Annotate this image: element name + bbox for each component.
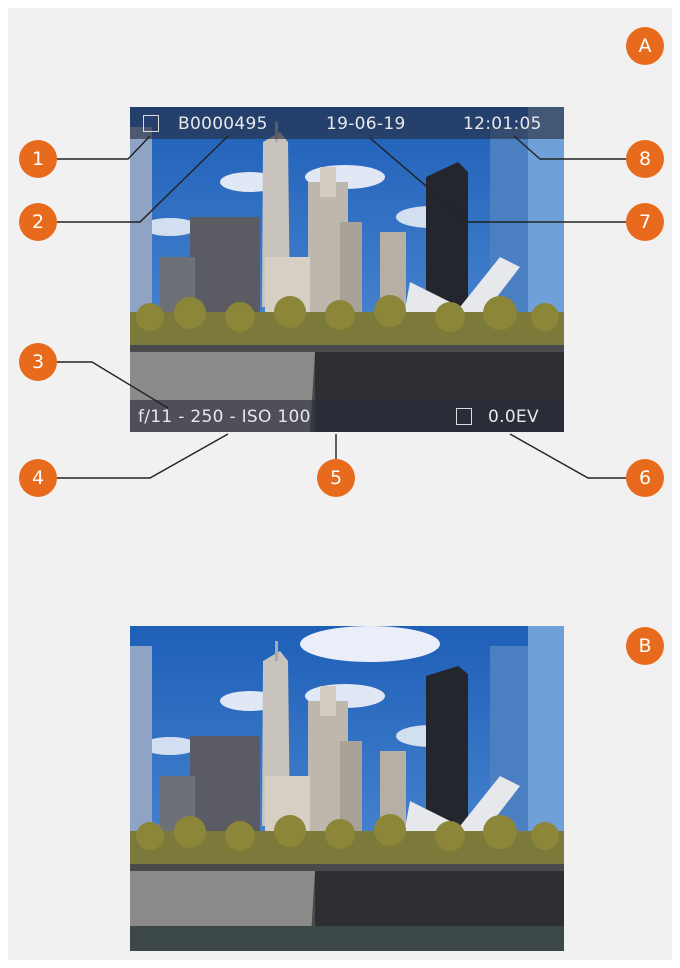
callout-2: 2: [19, 203, 57, 241]
callout-5: 5: [317, 459, 355, 497]
osd-file-number: B0000495: [178, 114, 268, 134]
metering-mode-icon: [456, 408, 472, 425]
callout-7: 7: [626, 203, 664, 241]
osd-time: 12:01:05: [463, 114, 542, 134]
panel-label-b: B: [626, 627, 664, 665]
osd-date: 19-06-19: [326, 114, 406, 134]
callout-1: 1: [19, 140, 57, 178]
city-photo-a: [130, 107, 564, 432]
photo-b: [130, 626, 564, 951]
photo-a: B0000495 19-06-19 12:01:05 f/11 - 250 - …: [130, 107, 564, 432]
callout-4: 4: [19, 459, 57, 497]
osd-exposure-comp: 0.0EV: [488, 407, 539, 427]
callout-8: 8: [626, 140, 664, 178]
callout-3: 3: [19, 343, 57, 381]
city-photo-b: [130, 626, 564, 951]
osd-exposure: f/11 - 250 - ISO 100: [138, 407, 311, 427]
panel-label-a: A: [626, 27, 664, 65]
callout-6: 6: [626, 459, 664, 497]
folder-protect-icon: [143, 115, 159, 132]
